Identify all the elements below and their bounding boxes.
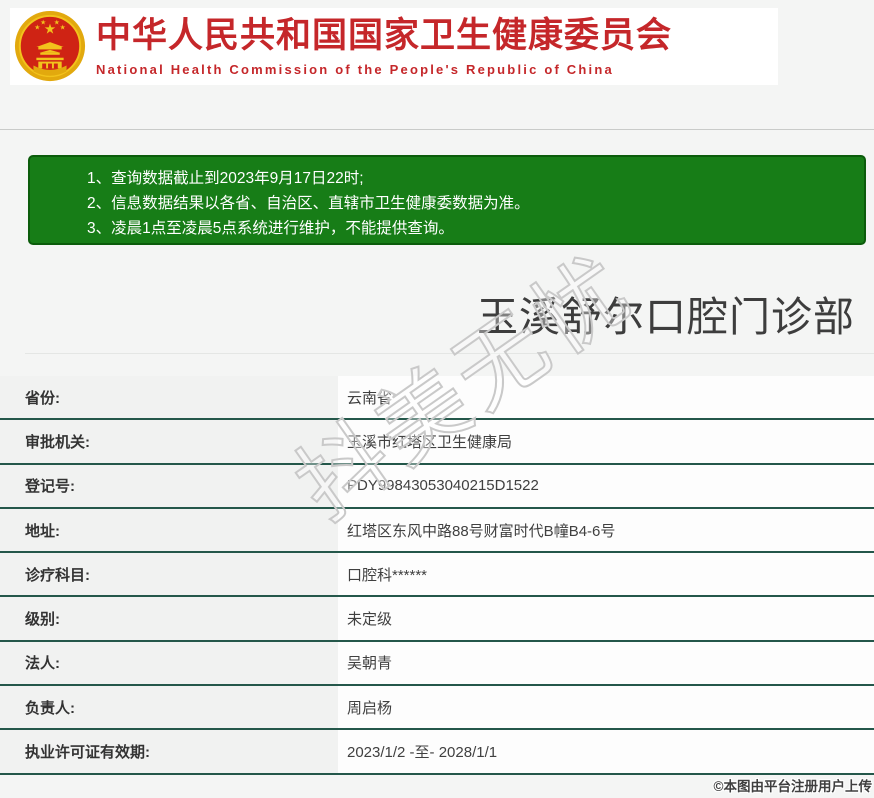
table-row-province: 省份: 云南省 — [0, 376, 874, 421]
row-value: 吴朝青 — [338, 641, 874, 685]
row-value: PDY99843053040215D1522 — [338, 464, 874, 507]
row-label: 负责人: — [0, 686, 338, 729]
row-value: 2023/1/2 -至- 2028/1/1 — [338, 730, 874, 773]
svg-text:★: ★ — [40, 19, 46, 26]
row-label: 诊疗科目: — [0, 553, 338, 596]
institution-detail-table: 省份: 云南省 审批机关: 玉溪市红塔区卫生健康局 登记号: PDY998430… — [0, 376, 874, 775]
header-titles: 中华人民共和国国家卫生健康委员会 National Health Commiss… — [96, 16, 672, 76]
header-divider — [0, 129, 874, 130]
table-row-registration-number: 登记号: PDY99843053040215D1522 — [0, 464, 874, 509]
table-row-approval-authority: 审批机关: 玉溪市红塔区卫生健康局 — [0, 420, 874, 465]
site-header: ★ ★ ★ ★ ★ 中华人民共和国国家卫生健康委员会 National Heal… — [10, 8, 778, 85]
row-value: 云南省 — [338, 376, 874, 419]
row-label: 审批机关: — [0, 420, 338, 463]
row-label: 登记号: — [0, 464, 338, 507]
query-result-page: ★ ★ ★ ★ ★ 中华人民共和国国家卫生健康委员会 National Heal… — [0, 0, 874, 798]
row-label: 法人: — [0, 641, 338, 685]
section-divider — [25, 353, 874, 354]
site-title-english: National Health Commission of the People… — [96, 61, 614, 77]
row-label: 级别: — [0, 597, 338, 640]
table-row-level: 级别: 未定级 — [0, 597, 874, 642]
notice-line-2: 2、信息数据结果以各省、自治区、直辖市卫生健康委数据为准。 — [87, 195, 530, 212]
row-value: 口腔科****** — [338, 553, 874, 596]
upload-attribution-watermark: ©本图由平台注册用户上传 — [713, 779, 872, 794]
china-national-emblem-icon: ★ ★ ★ ★ ★ — [14, 10, 86, 81]
row-label: 省份: — [0, 376, 338, 419]
row-value: 玉溪市红塔区卫生健康局 — [338, 420, 874, 463]
svg-text:★: ★ — [60, 24, 66, 31]
table-row-license-validity: 执业许可证有效期: 2023/1/2 -至- 2028/1/1 — [0, 730, 874, 775]
row-label: 执业许可证有效期: — [0, 730, 338, 773]
notice-line-3: 3、凌晨1点至凌晨5点系统进行维护，不能提供查询。 — [87, 220, 454, 237]
row-value: 红塔区东风中路88号财富时代B幢B4-6号 — [338, 508, 874, 552]
site-title-chinese: 中华人民共和国国家卫生健康委员会 — [96, 16, 673, 56]
table-row-treatment-subjects: 诊疗科目: 口腔科****** — [0, 553, 874, 598]
table-row-address: 地址: 红塔区东风中路88号财富时代B幢B4-6号 — [0, 508, 874, 554]
table-row-legal-person: 法人: 吴朝青 — [0, 641, 874, 687]
table-row-person-in-charge: 负责人: 周启杨 — [0, 686, 874, 731]
notice-line-1: 1、查询数据截止到2023年9月17日22时; — [87, 170, 364, 187]
institution-name-title: 玉溪舒尔口腔门诊部 — [477, 294, 855, 340]
query-notice-box: 1、查询数据截止到2023年9月17日22时; 2、信息数据结果以各省、自治区、… — [28, 155, 866, 245]
row-label: 地址: — [0, 508, 338, 552]
row-value: 周启杨 — [338, 686, 874, 729]
row-value: 未定级 — [338, 597, 874, 640]
